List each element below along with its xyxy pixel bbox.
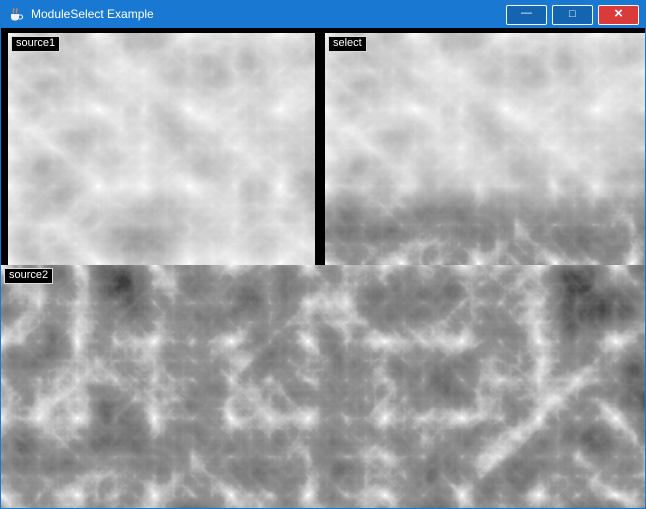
minimize-button[interactable]: — xyxy=(506,5,547,25)
source1-image: source1 xyxy=(8,33,315,265)
minimize-icon: — xyxy=(521,8,532,19)
maximize-icon: □ xyxy=(569,9,576,20)
close-icon: × xyxy=(614,6,623,21)
source2-label: source2 xyxy=(4,268,53,284)
source1-label: source1 xyxy=(11,36,60,52)
maximize-button[interactable]: □ xyxy=(552,5,593,25)
source2-texture xyxy=(1,265,645,508)
app-window: ModuleSelect Example — □ × source1 xyxy=(0,0,646,509)
select-label: select xyxy=(328,36,367,52)
select-texture-top xyxy=(325,33,645,265)
app-icon[interactable] xyxy=(8,7,24,23)
render-canvas: source1 select source2 xyxy=(1,28,645,508)
close-button[interactable]: × xyxy=(598,5,639,25)
window-title: ModuleSelect Example xyxy=(31,1,506,28)
source1-texture xyxy=(8,33,315,265)
titlebar[interactable]: ModuleSelect Example — □ × xyxy=(1,1,645,28)
window-controls: — □ × xyxy=(506,5,639,25)
select-image: select xyxy=(325,33,645,265)
source2-image: source2 xyxy=(1,265,645,508)
